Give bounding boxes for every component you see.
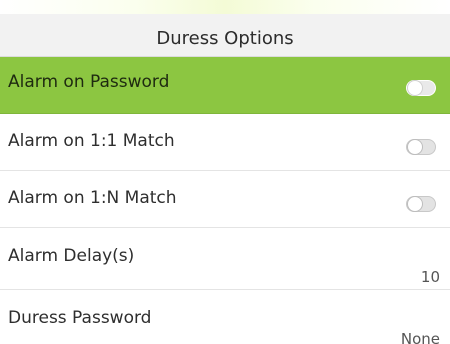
header-decoration: [0, 0, 450, 14]
menu-item-label: Alarm on 1:N Match: [8, 188, 177, 208]
toggle-knob: [407, 196, 423, 212]
menu-item-label: Duress Password: [8, 308, 152, 328]
menu-item-label: Alarm on 1:1 Match: [8, 131, 175, 151]
alarm-on-password-toggle[interactable]: [406, 80, 436, 96]
toggle-knob: [407, 80, 423, 96]
toggle-knob: [407, 139, 423, 155]
duress-options-screen: Duress Options Alarm on Password Alarm o…: [0, 0, 450, 344]
alarm-delay-value: 10: [420, 268, 440, 286]
menu-item-duress-password[interactable]: Duress Password None: [0, 290, 450, 344]
alarm-on-1-1-match-toggle[interactable]: [406, 139, 436, 155]
header-bar: Duress Options: [0, 0, 450, 57]
menu-item-label: Alarm Delay(s): [8, 246, 135, 266]
menu-item-alarm-on-password[interactable]: Alarm on Password: [0, 57, 450, 114]
duress-password-value: None: [400, 330, 440, 344]
alarm-on-1-n-match-toggle[interactable]: [406, 196, 436, 212]
menu-item-label: Alarm on Password: [8, 72, 170, 92]
menu-item-alarm-delay[interactable]: Alarm Delay(s) 10: [0, 228, 450, 290]
menu-item-alarm-on-1-n-match[interactable]: Alarm on 1:N Match: [0, 171, 450, 228]
menu-item-alarm-on-1-1-match[interactable]: Alarm on 1:1 Match: [0, 114, 450, 171]
page-title: Duress Options: [156, 28, 294, 49]
